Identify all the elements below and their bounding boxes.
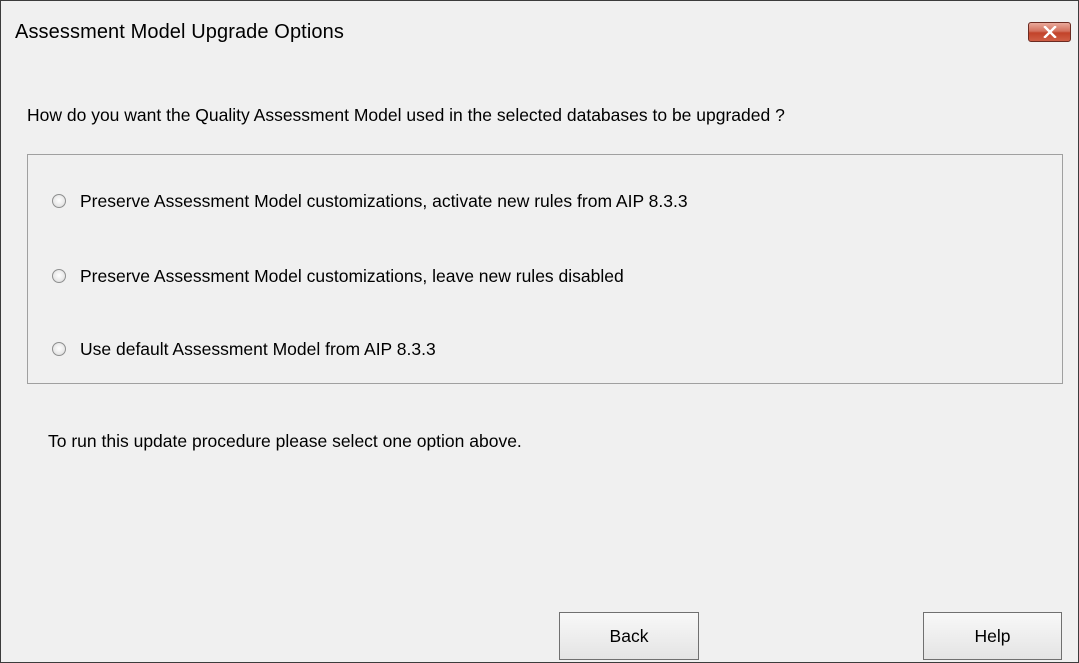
back-button[interactable]: Back <box>559 612 699 660</box>
radio-button[interactable] <box>52 269 66 283</box>
close-icon <box>1043 26 1057 38</box>
title-bar[interactable]: Assessment Model Upgrade Options <box>1 1 1078 69</box>
option-label[interactable]: Preserve Assessment Model customizations… <box>80 266 624 287</box>
help-button[interactable]: Help <box>923 612 1062 660</box>
option-leave-rules-disabled[interactable]: Preserve Assessment Model customizations… <box>52 264 624 288</box>
window-title: Assessment Model Upgrade Options <box>15 21 344 43</box>
option-label[interactable]: Preserve Assessment Model customizations… <box>80 191 688 212</box>
upgrade-options-group: Preserve Assessment Model customizations… <box>27 154 1063 384</box>
option-activate-new-rules[interactable]: Preserve Assessment Model customizations… <box>52 189 688 213</box>
radio-button[interactable] <box>52 342 66 356</box>
option-use-default-model[interactable]: Use default Assessment Model from AIP 8.… <box>52 337 436 361</box>
dialog-window: Assessment Model Upgrade Options How do … <box>0 0 1079 663</box>
instruction-text: To run this update procedure please sele… <box>48 431 522 451</box>
close-button[interactable] <box>1028 22 1071 42</box>
question-text: How do you want the Quality Assessment M… <box>27 105 785 125</box>
radio-button[interactable] <box>52 194 66 208</box>
option-label[interactable]: Use default Assessment Model from AIP 8.… <box>80 339 436 360</box>
